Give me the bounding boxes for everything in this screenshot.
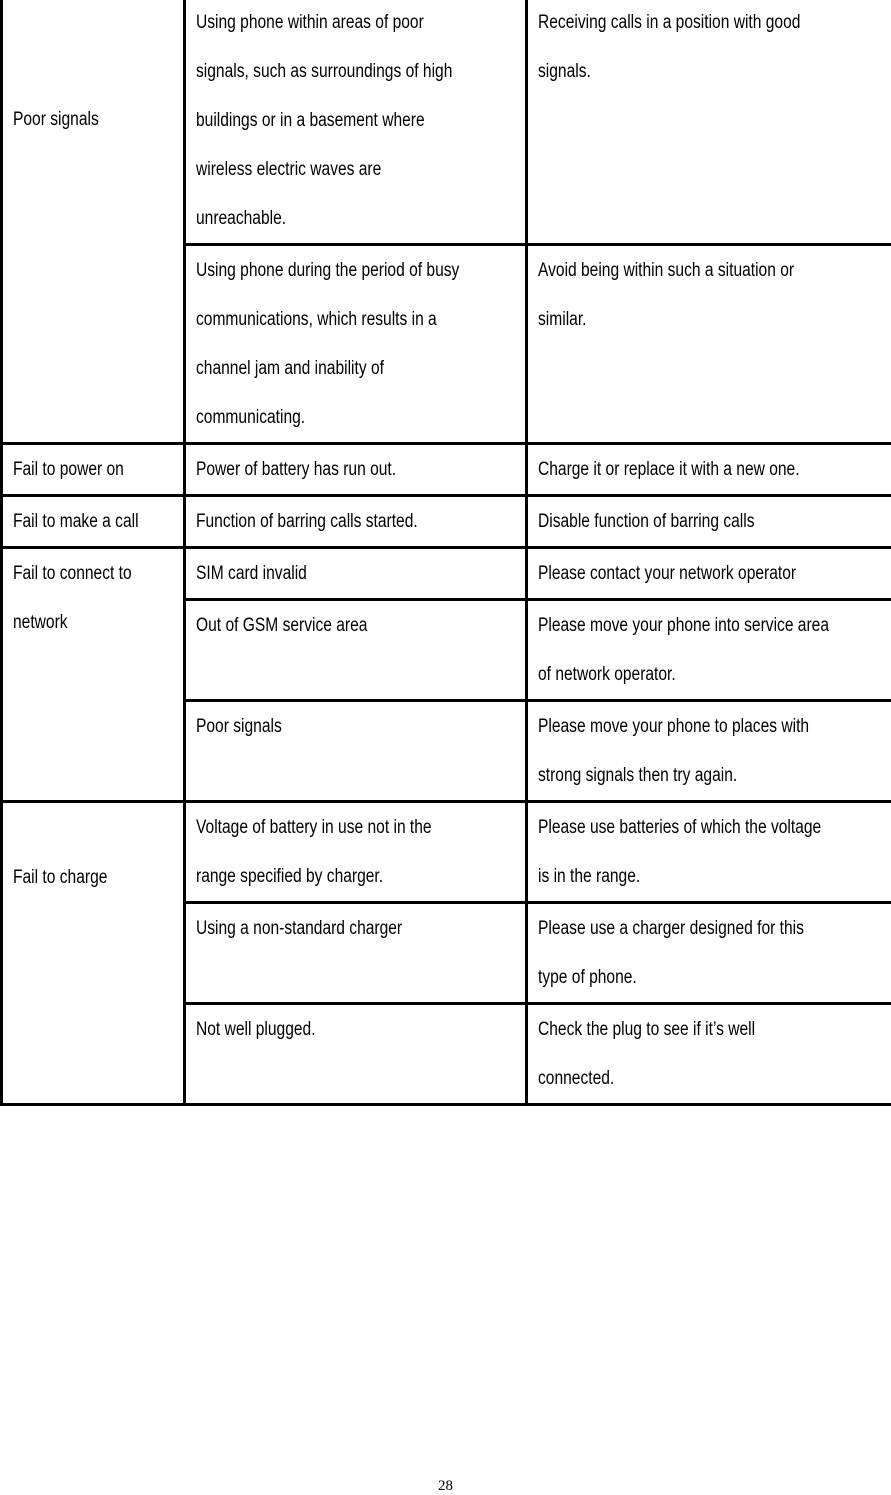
cell-text-line: connected.: [538, 1054, 827, 1103]
solution-cell: Please use batteries of which the voltag…: [527, 802, 891, 903]
cell-text-line: Function of barring calls started.: [196, 497, 466, 546]
table-row: Poor signals Using phone within areas of …: [2, 0, 891, 245]
solution-cell: Please use a charger designed for thisty…: [527, 903, 891, 1004]
cell-text-line: Fail to power on: [13, 445, 152, 494]
cell-text-line: wireless electric waves are: [196, 145, 466, 194]
cell-text-line: signals.: [538, 47, 827, 96]
cause-cell: Not well plugged.: [185, 1004, 527, 1105]
cell-text-line: Disable function of barring calls: [538, 497, 827, 546]
cell-text-line: Voltage of battery in use not in the: [196, 803, 466, 852]
cell-text-line: Using phone within areas of poor: [196, 0, 466, 47]
cell-text-line: Check the plug to see if it’s well: [538, 1005, 827, 1054]
cell-text-line: strong signals then try again.: [538, 751, 827, 800]
solution-cell: Check the plug to see if it’s wellconnec…: [527, 1004, 891, 1105]
cell-text-line: of network operator.: [538, 650, 827, 699]
cell-text-line: similar.: [538, 295, 827, 344]
problem-cell: Fail to power on: [2, 444, 185, 496]
problem-cell: Fail to charge: [2, 802, 185, 1105]
cell-text-line: buildings or in a basement where: [196, 96, 466, 145]
cause-cell: Using phone within areas of poorsignals,…: [185, 0, 527, 245]
cell-text-line: Please use a charger designed for this: [538, 904, 827, 953]
cell-text-line: Fail to connect to: [13, 549, 152, 598]
problem-cell: Fail to connect tonetwork: [2, 548, 185, 802]
cell-text-line: Using a non-standard charger: [196, 904, 466, 953]
cause-cell: Power of battery has run out.: [185, 444, 527, 496]
table-row: Fail to connect tonetworkSIM card invali…: [2, 548, 891, 600]
cause-cell: Voltage of battery in use not in therang…: [185, 802, 527, 903]
cell-text-line: channel jam and inability of: [196, 344, 466, 393]
solution-cell: Please move your phone into service area…: [527, 600, 891, 701]
cause-cell: Using phone during the period of busycom…: [185, 245, 527, 444]
cell-text-line: Avoid being within such a situation or: [538, 246, 827, 295]
cause-cell: Function of barring calls started.: [185, 496, 527, 548]
cell-text-line: Please contact your network operator: [538, 549, 827, 598]
page-number: 28: [0, 1478, 891, 1495]
cell-text-line: network: [13, 598, 152, 647]
cell-text-line: Poor signals: [196, 702, 466, 751]
table-row: Fail to make a call Function of barring c…: [2, 496, 891, 548]
cell-text-line: Poor signals: [13, 95, 152, 144]
cause-cell: Out of GSM service area: [185, 600, 527, 701]
cause-cell: Using a non-standard charger: [185, 903, 527, 1004]
solution-cell: Please move your phone to places withstr…: [527, 701, 891, 802]
problem-cell: Fail to make a call: [2, 496, 185, 548]
cell-text-line: Out of GSM service area: [196, 601, 466, 650]
solution-cell: Avoid being within such a situation orsi…: [527, 245, 891, 444]
cell-text-line: Power of battery has run out.: [196, 445, 466, 494]
table-row: Fail to power on Power of battery has run…: [2, 444, 891, 496]
cell-text-line: Please use batteries of which the voltag…: [538, 803, 827, 852]
cell-text-line: Using phone during the period of busy: [196, 246, 466, 295]
cause-cell: SIM card invalid: [185, 548, 527, 600]
cell-text-line: unreachable.: [196, 194, 466, 243]
cell-text-line: Not well plugged.: [196, 1005, 466, 1054]
cell-text-line: communications, which results in a: [196, 295, 466, 344]
cell-text-line: range specified by charger.: [196, 852, 466, 901]
cell-text-line: Please move your phone into service area: [538, 601, 827, 650]
cause-cell: Poor signals: [185, 701, 527, 802]
cell-text-line: Fail to make a call: [13, 497, 152, 546]
cell-text-line: Receiving calls in a position with good: [538, 0, 827, 47]
cell-text-line: communicating.: [196, 393, 466, 442]
solution-cell: Charge it or replace it with a new one.: [527, 444, 891, 496]
troubleshooting-table: Poor signals Using phone within areas of …: [0, 0, 891, 1106]
problem-cell: Poor signals: [2, 0, 185, 444]
cell-text-line: Please move your phone to places with: [538, 702, 827, 751]
cell-text-line: type of phone.: [538, 953, 827, 1002]
cell-text-line: Charge it or replace it with a new one.: [538, 445, 827, 494]
cell-text-line: is in the range.: [538, 852, 827, 901]
cell-text-line: SIM card invalid: [196, 549, 466, 598]
cell-text-line: signals, such as surroundings of high: [196, 47, 466, 96]
cell-text-line: Fail to charge: [13, 853, 152, 902]
solution-cell: Disable function of barring calls: [527, 496, 891, 548]
solution-cell: Please contact your network operator: [527, 548, 891, 600]
table-row: Fail to charge Voltage of battery in use …: [2, 802, 891, 903]
solution-cell: Receiving calls in a position with goods…: [527, 0, 891, 245]
